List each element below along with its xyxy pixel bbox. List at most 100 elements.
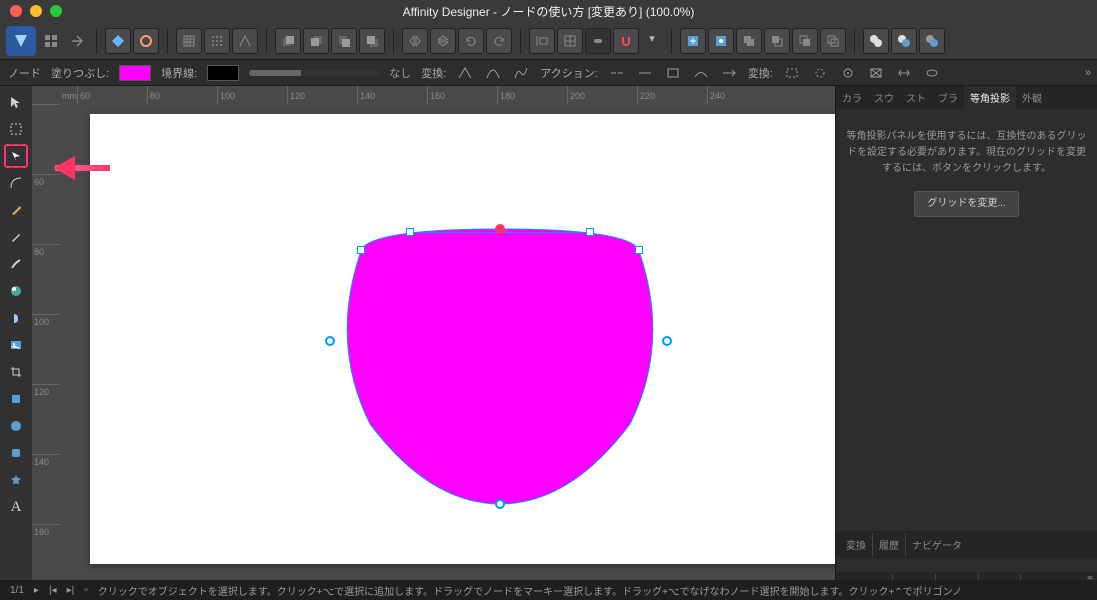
toolbar-arrange-1[interactable]: [105, 28, 131, 54]
convert-smart-icon[interactable]: [512, 64, 530, 82]
move-tool[interactable]: [4, 90, 28, 114]
hint-text: クリックでオブジェクトを選択します。クリック+⌥で選択に追加します。ドラッグでノ…: [98, 583, 962, 598]
ellipse-tool[interactable]: [4, 414, 28, 438]
nav-next-icon[interactable]: ▸|: [67, 585, 75, 596]
t2-icon-3[interactable]: [839, 64, 857, 82]
change-grid-button[interactable]: グリッドを変更...: [914, 191, 1018, 217]
nav-prev-icon[interactable]: |◂: [49, 585, 57, 596]
action-join-icon[interactable]: [636, 64, 654, 82]
toggle-icon[interactable]: ▫: [84, 585, 88, 596]
zoom-window[interactable]: [50, 5, 62, 17]
pen-tool[interactable]: [4, 198, 28, 222]
toolbar-arrange-2[interactable]: [133, 28, 159, 54]
tab-スト[interactable]: スト: [900, 86, 932, 109]
order-3[interactable]: [331, 28, 357, 54]
action-reverse-icon[interactable]: [720, 64, 738, 82]
rounded-rect-tool[interactable]: [4, 441, 28, 465]
convert-sharp-icon[interactable]: [456, 64, 474, 82]
action-label: アクション:: [540, 65, 598, 81]
expand-icon[interactable]: »: [1085, 67, 1091, 79]
tab-変換[interactable]: 変換: [840, 533, 872, 556]
page-artboard: [90, 114, 835, 564]
persona-designer[interactable]: [6, 26, 36, 56]
grid-icon-2[interactable]: [204, 28, 230, 54]
tab-ナビゲータ[interactable]: ナビゲータ: [905, 533, 968, 556]
nav-first-icon[interactable]: ▸: [34, 585, 39, 596]
t2-icon-5[interactable]: [895, 64, 913, 82]
tab-カラ[interactable]: カラ: [836, 86, 868, 109]
panel-tabs-top: カラスウストブラ等角投影外観: [836, 86, 1097, 109]
persona-pixel[interactable]: [40, 30, 62, 52]
insert-inside[interactable]: [708, 28, 734, 54]
order-4[interactable]: [359, 28, 385, 54]
action-break-icon[interactable]: [608, 64, 626, 82]
geom-add[interactable]: [863, 28, 889, 54]
place-image-tool[interactable]: [4, 333, 28, 357]
tab-外観[interactable]: 外観: [1016, 86, 1048, 109]
tab-スウ[interactable]: スウ: [868, 86, 900, 109]
snap-toggle[interactable]: [585, 28, 611, 54]
snap-dropdown[interactable]: ▾: [641, 28, 663, 50]
t2-icon-2[interactable]: [811, 64, 829, 82]
node-label: ノード: [8, 65, 41, 81]
brush-tool[interactable]: [4, 252, 28, 276]
canvas[interactable]: [60, 104, 835, 599]
tab-ブラ[interactable]: ブラ: [932, 86, 964, 109]
corner-tool[interactable]: [4, 171, 28, 195]
rectangle-tool[interactable]: [4, 387, 28, 411]
pencil-tool[interactable]: [4, 225, 28, 249]
stroke-width-slider[interactable]: [249, 70, 379, 76]
geom-sub[interactable]: [891, 28, 917, 54]
convert-smooth-icon[interactable]: [484, 64, 502, 82]
minimize-window[interactable]: [30, 5, 42, 17]
bool-4[interactable]: [820, 28, 846, 54]
flip-v[interactable]: [430, 28, 456, 54]
crop-tool[interactable]: [4, 360, 28, 384]
flip-h[interactable]: [402, 28, 428, 54]
tab-履歴[interactable]: 履歴: [872, 533, 905, 556]
bool-3[interactable]: [792, 28, 818, 54]
insert-target[interactable]: [680, 28, 706, 54]
t2-icon-6[interactable]: [923, 64, 941, 82]
transform2-label: 変換:: [748, 65, 773, 81]
titlebar: Affinity Designer - ノードの使い方 [変更あり] (100.…: [0, 0, 1097, 22]
artboard-tool[interactable]: [4, 117, 28, 141]
grid-icon-3[interactable]: [232, 28, 258, 54]
order-2[interactable]: [303, 28, 329, 54]
annotation-arrow: [55, 165, 110, 171]
order-1[interactable]: [275, 28, 301, 54]
t2-icon-4[interactable]: [867, 64, 885, 82]
toolbar-top: ▾: [0, 22, 1097, 60]
page-indicator: 1/1: [10, 585, 24, 596]
stroke-swatch[interactable]: [207, 65, 239, 81]
persona-export[interactable]: [66, 30, 88, 52]
tools-panel: A: [0, 86, 32, 599]
text-tool[interactable]: A: [4, 495, 28, 519]
fill-swatch[interactable]: [119, 65, 151, 81]
geom-int[interactable]: [919, 28, 945, 54]
bool-2[interactable]: [764, 28, 790, 54]
grid-icon-1[interactable]: [176, 28, 202, 54]
rotate-cw[interactable]: [486, 28, 512, 54]
star-tool[interactable]: [4, 468, 28, 492]
node-tool[interactable]: [4, 144, 28, 168]
transform-label: 変換:: [421, 65, 446, 81]
action-smooth-icon[interactable]: [692, 64, 710, 82]
window-title: Affinity Designer - ノードの使い方 [変更あり] (100.…: [403, 3, 695, 20]
fill-tool[interactable]: [4, 279, 28, 303]
selected-shape[interactable]: [330, 224, 670, 514]
close-window[interactable]: [10, 5, 22, 17]
tab-等角投影[interactable]: 等角投影: [964, 86, 1016, 109]
stroke-none: なし: [389, 65, 411, 81]
transparency-tool[interactable]: [4, 306, 28, 330]
snap-grid[interactable]: [557, 28, 583, 54]
ruler-horizontal: mm6080100120140160180200220240: [60, 86, 835, 104]
t2-icon-1[interactable]: [783, 64, 801, 82]
bool-1[interactable]: [736, 28, 762, 54]
align-1[interactable]: [529, 28, 555, 54]
action-close-icon[interactable]: [664, 64, 682, 82]
fill-label: 塗りつぶし:: [51, 65, 109, 81]
rotate-ccw[interactable]: [458, 28, 484, 54]
magnet-icon[interactable]: [613, 28, 639, 54]
right-panel: カラスウストブラ等角投影外観 等角投影パネルを使用するには、互換性のあるグリッド…: [835, 86, 1097, 599]
